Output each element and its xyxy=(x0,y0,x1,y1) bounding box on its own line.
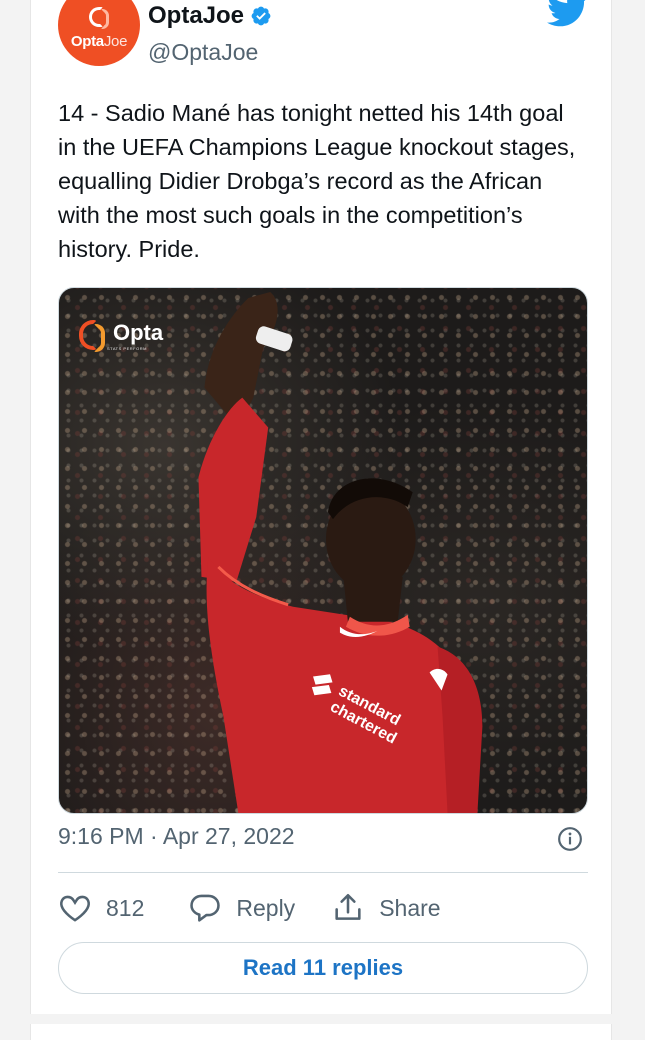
tweet-text: 14 - Sadio Mané has tonight netted his 1… xyxy=(58,100,576,262)
twitter-bird-icon[interactable] xyxy=(547,0,589,28)
info-icon[interactable] xyxy=(557,826,583,852)
avatar-wordmark-light: Joe xyxy=(103,32,128,50)
read-replies-label: Read 11 replies xyxy=(242,955,404,980)
avatar-wordmark: OptaJoe xyxy=(70,32,128,50)
verified-badge-icon xyxy=(251,6,271,26)
share-label: Share xyxy=(379,894,441,921)
page-bottom-strip xyxy=(0,1014,645,1024)
share-button[interactable]: Share xyxy=(331,891,441,925)
opta-logo-icon xyxy=(79,320,107,352)
author-name-row[interactable]: OptaJoe xyxy=(148,2,272,30)
avatar-wordmark-bold: Opta xyxy=(70,32,104,50)
author-display-name[interactable]: OptaJoe xyxy=(148,2,244,30)
share-icon xyxy=(335,893,361,920)
opta-watermark: Opta STATS PERFORM xyxy=(79,320,163,352)
opta-watermark-sub: STATS PERFORM xyxy=(107,345,147,351)
opta-mark-icon xyxy=(89,6,109,31)
tweet-card: OptaJoe OptaJoe @OptaJoe 14 - Sadio Mané… xyxy=(30,0,612,1040)
divider xyxy=(58,872,588,873)
tweet-timestamp[interactable]: 9:16 PM · Apr 27, 2022 xyxy=(58,823,295,850)
like-button[interactable]: 812 xyxy=(58,891,144,925)
tweet-media-image[interactable]: standard chartered Opta STATS PERFORM xyxy=(58,287,588,814)
avatar[interactable]: OptaJoe xyxy=(58,0,140,66)
heart-icon xyxy=(60,895,90,922)
opta-watermark-text: Opta xyxy=(113,319,164,345)
reply-bubble-icon xyxy=(190,894,221,922)
like-count: 812 xyxy=(106,894,145,921)
reply-label: Reply xyxy=(236,894,296,921)
read-replies-button[interactable]: Read 11 replies xyxy=(58,942,588,994)
tweet-actions: 812 Reply Share xyxy=(58,888,441,928)
author-handle[interactable]: @OptaJoe xyxy=(148,39,258,66)
reply-button[interactable]: Reply xyxy=(188,891,295,925)
player-illustration: standard chartered xyxy=(198,291,483,813)
